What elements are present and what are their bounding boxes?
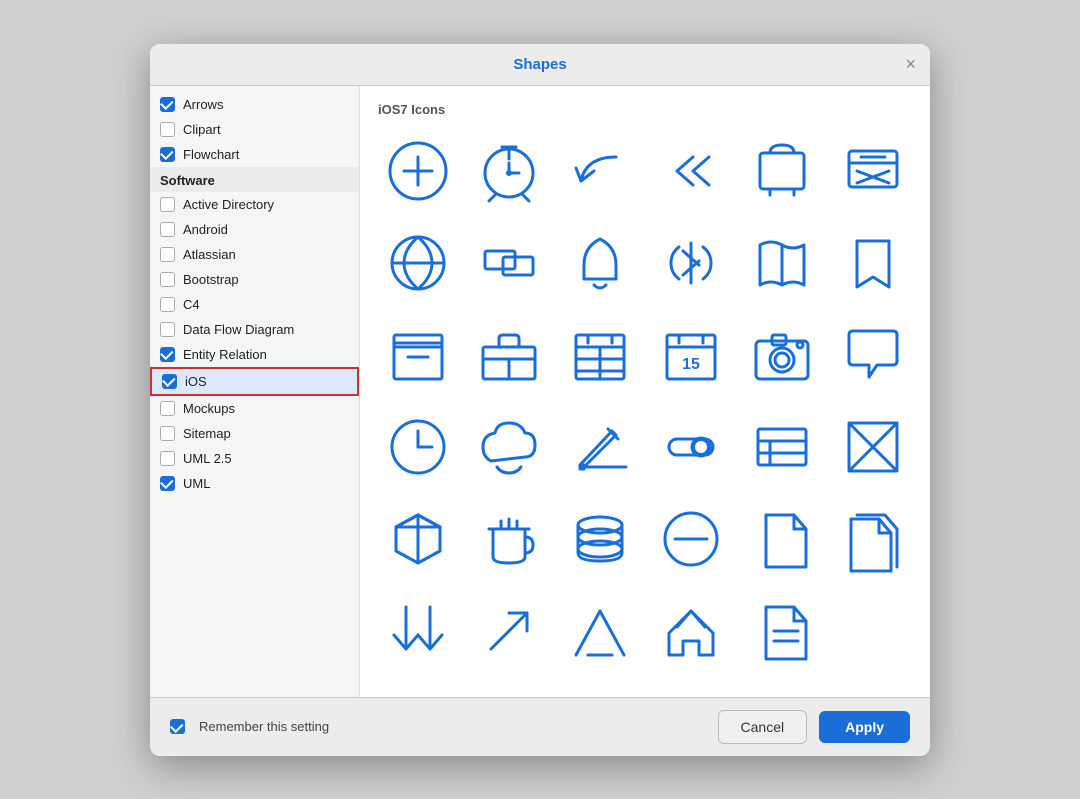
- shapes-dialog: Shapes × ArrowsClipartFlowchart Software…: [150, 44, 930, 756]
- icon-cell-6: [378, 223, 457, 303]
- icon-cell-20: [560, 407, 639, 487]
- icon-cell-34: [742, 591, 821, 671]
- icon-cell-3: [651, 131, 730, 211]
- sidebar-item-mockups[interactable]: Mockups: [150, 396, 359, 421]
- sidebar-item-data-flow-diagram[interactable]: Data Flow Diagram: [150, 317, 359, 342]
- icon-cell-15: 15: [651, 315, 730, 395]
- icon-cell-25: [469, 499, 548, 579]
- icon-cell-11: [833, 223, 912, 303]
- sidebar-item-sitemap[interactable]: Sitemap: [150, 421, 359, 446]
- dialog-body: ArrowsClipartFlowchart Software Active D…: [150, 86, 930, 697]
- sidebar-item-uml[interactable]: UML: [150, 471, 359, 496]
- checkbox-entity-relation[interactable]: [160, 347, 175, 362]
- icon-cell-31: [469, 591, 548, 671]
- sidebar-item-entity-relation[interactable]: Entity Relation: [150, 342, 359, 367]
- icon-cell-30: [378, 591, 457, 671]
- icon-cell-24: [378, 499, 457, 579]
- icons-grid: 15: [378, 131, 912, 671]
- remember-checkbox[interactable]: [170, 719, 185, 734]
- icon-cell-33: [651, 591, 730, 671]
- dialog-footer: Remember this setting Cancel Apply: [150, 697, 930, 756]
- icon-cell-18: [378, 407, 457, 487]
- content-area: iOS7 Icons: [360, 86, 930, 697]
- icon-cell-29: [833, 499, 912, 579]
- checkbox-bootstrap[interactable]: [160, 272, 175, 287]
- icon-cell-22: [742, 407, 821, 487]
- icon-cell-14: [560, 315, 639, 395]
- icon-cell-8: [560, 223, 639, 303]
- icon-cell-26: [560, 499, 639, 579]
- sidebar: ArrowsClipartFlowchart Software Active D…: [150, 86, 360, 697]
- checkbox-uml[interactable]: [160, 476, 175, 491]
- close-button[interactable]: ×: [905, 55, 916, 73]
- icon-cell-12: [378, 315, 457, 395]
- icon-cell-4: [742, 131, 821, 211]
- sidebar-item-uml-25[interactable]: UML 2.5: [150, 446, 359, 471]
- sidebar-item-ios[interactable]: iOS: [150, 367, 359, 396]
- sidebar-item-arrows[interactable]: Arrows: [150, 92, 359, 117]
- svg-text:15: 15: [682, 356, 700, 373]
- checkbox-ios[interactable]: [162, 374, 177, 389]
- checkbox-android[interactable]: [160, 222, 175, 237]
- checkbox-arrows[interactable]: [160, 97, 175, 112]
- icon-cell-13: [469, 315, 548, 395]
- section-title: iOS7 Icons: [378, 102, 912, 117]
- sidebar-item-android[interactable]: Android: [150, 217, 359, 242]
- icon-cell-5: [833, 131, 912, 211]
- icon-cell-23: [833, 407, 912, 487]
- icon-cell-27: [651, 499, 730, 579]
- icon-cell-19: [469, 407, 548, 487]
- sidebar-item-clipart[interactable]: Clipart: [150, 117, 359, 142]
- sidebar-item-flowchart[interactable]: Flowchart: [150, 142, 359, 167]
- icon-cell-28: [742, 499, 821, 579]
- checkbox-sitemap[interactable]: [160, 426, 175, 441]
- icon-cell-16: [742, 315, 821, 395]
- sidebar-item-atlassian[interactable]: Atlassian: [150, 242, 359, 267]
- icon-cell-7: [469, 223, 548, 303]
- checkbox-atlassian[interactable]: [160, 247, 175, 262]
- icon-cell-10: [742, 223, 821, 303]
- checkbox-c4[interactable]: [160, 297, 175, 312]
- checkbox-data-flow-diagram[interactable]: [160, 322, 175, 337]
- sidebar-item-c4[interactable]: C4: [150, 292, 359, 317]
- icon-cell-0: [378, 131, 457, 211]
- icon-cell-32: [560, 591, 639, 671]
- apply-button[interactable]: Apply: [819, 711, 910, 743]
- sidebar-item-active-directory[interactable]: Active Directory: [150, 192, 359, 217]
- icon-cell-17: [833, 315, 912, 395]
- icon-cell-21: [651, 407, 730, 487]
- icon-cell-2: [560, 131, 639, 211]
- remember-label: Remember this setting: [199, 719, 329, 734]
- checkbox-uml-25[interactable]: [160, 451, 175, 466]
- checkbox-flowchart[interactable]: [160, 147, 175, 162]
- checkbox-clipart[interactable]: [160, 122, 175, 137]
- checkbox-active-directory[interactable]: [160, 197, 175, 212]
- software-section-header: Software: [150, 167, 359, 192]
- dialog-title: Shapes: [513, 56, 566, 73]
- cancel-button[interactable]: Cancel: [718, 710, 808, 744]
- checkbox-mockups[interactable]: [160, 401, 175, 416]
- icon-cell-1: [469, 131, 548, 211]
- sidebar-item-bootstrap[interactable]: Bootstrap: [150, 267, 359, 292]
- dialog-header: Shapes ×: [150, 44, 930, 86]
- icon-cell-9: [651, 223, 730, 303]
- remember-setting: Remember this setting: [170, 719, 329, 734]
